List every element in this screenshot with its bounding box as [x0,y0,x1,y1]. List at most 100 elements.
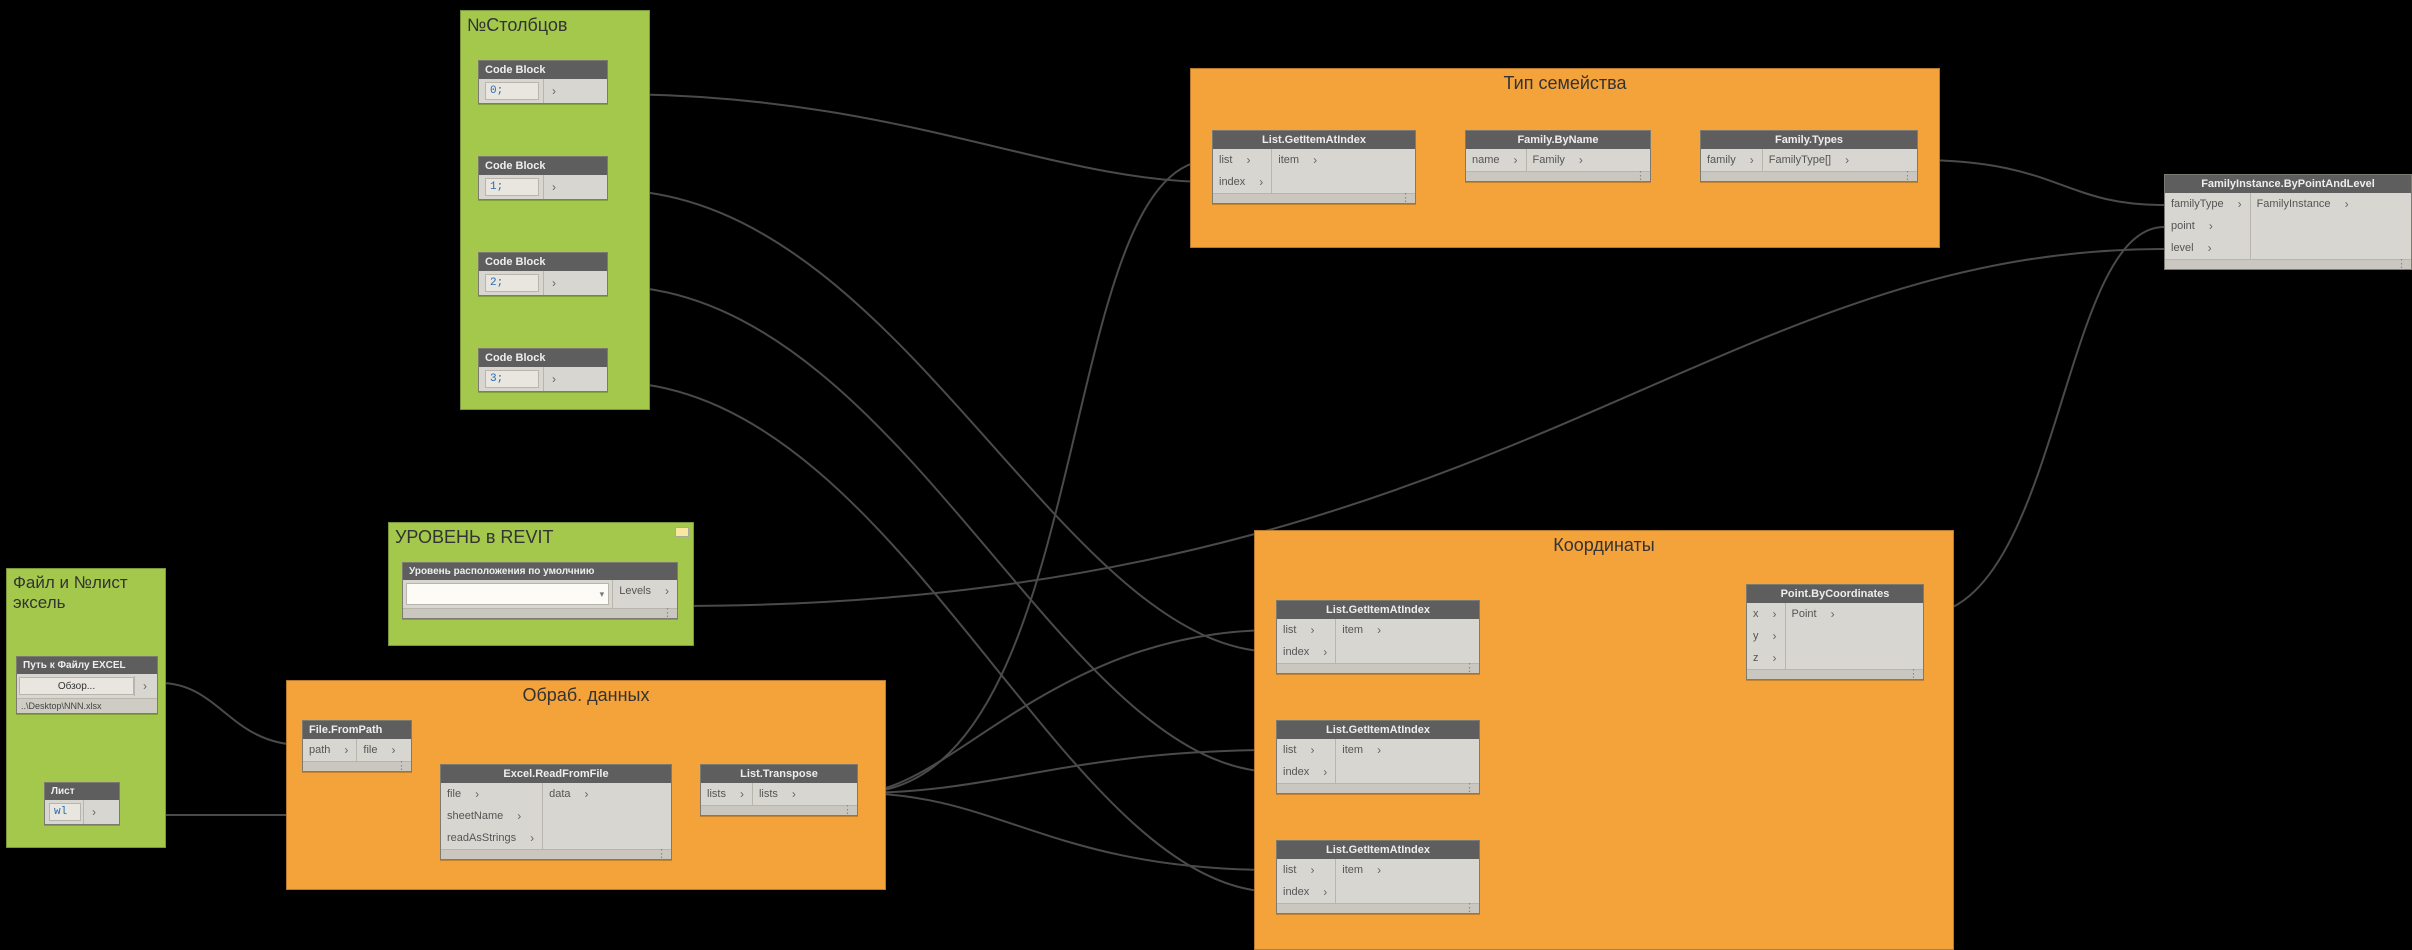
out-port[interactable]: › [657,580,677,602]
in-port[interactable]: › [1765,625,1785,647]
port-label: item [1336,624,1369,636]
out-port[interactable]: › [84,801,104,823]
in-port[interactable]: › [1506,149,1526,171]
chevron-down-icon: ▾ [600,589,605,600]
group-title: Координаты [1255,531,1953,556]
in-port[interactable]: › [1251,171,1271,193]
out-port[interactable]: › [2337,193,2357,215]
in-port[interactable]: › [2201,215,2221,237]
in-port[interactable]: › [1315,881,1335,903]
out-port[interactable]: › [1369,739,1389,761]
in-port[interactable]: › [1302,619,1322,641]
port-label: list [1277,744,1302,756]
port-label: list [1277,624,1302,636]
out-port[interactable]: › [577,783,597,805]
group-title: Тип семейства [1191,69,1939,94]
in-port[interactable]: › [522,827,542,849]
group-title: УРОВЕНЬ в REVIT [389,523,693,548]
out-port[interactable]: › [1837,149,1857,171]
node-point-by-coordinates[interactable]: Point.ByCoordinates x› y› z› Point› [1746,584,1924,680]
in-port[interactable]: › [509,805,529,827]
in-port[interactable]: › [2230,193,2250,215]
group-title: Файл и №лист эксель [7,569,165,613]
in-port[interactable]: › [1765,647,1785,669]
port-label: x [1747,608,1765,620]
code-input[interactable] [485,370,539,388]
code-input[interactable] [485,274,539,292]
port-label: data [543,788,576,800]
node-title: List.GetItemAtIndex [1277,841,1479,859]
code-input[interactable] [485,82,539,100]
code-input[interactable] [485,178,539,196]
out-port[interactable]: › [383,739,403,761]
in-port[interactable]: › [1315,641,1335,663]
port-label: Point [1786,608,1823,620]
in-port[interactable]: › [336,739,356,761]
node-get-item-x[interactable]: List.GetItemAtIndex list› index› item› [1276,600,1480,674]
node-code-block-1[interactable]: Code Block › [478,156,608,200]
port-label: item [1336,864,1369,876]
out-port[interactable]: › [544,272,564,294]
sheet-input[interactable] [49,803,81,821]
in-port[interactable]: › [1315,761,1335,783]
port-label: sheetName [441,810,509,822]
node-get-item-family[interactable]: List.GetItemAtIndex list› index› item› [1212,130,1416,204]
node-family-by-name[interactable]: Family.ByName name› Family› [1465,130,1651,182]
port-label: list [1277,864,1302,876]
node-list-transpose[interactable]: List.Transpose lists› lists› [700,764,858,816]
port-label: Levels [613,585,657,597]
port-label: lists [701,788,732,800]
node-code-block-0[interactable]: Code Block › [478,60,608,104]
node-excel-read[interactable]: Excel.ReadFromFile file› sheetName› read… [440,764,672,860]
in-port[interactable]: › [1302,859,1322,881]
port-label: z [1747,652,1765,664]
node-sheet[interactable]: Лист › [44,782,120,825]
node-title: Excel.ReadFromFile [441,765,671,783]
out-port[interactable]: › [1305,149,1325,171]
node-title: Code Block [479,253,607,271]
node-title: Family.ByName [1466,131,1650,149]
node-code-block-2[interactable]: Code Block › [478,252,608,296]
node-title: List.Transpose [701,765,857,783]
in-port[interactable]: › [1238,149,1258,171]
node-family-types[interactable]: Family.Types family› FamilyType[]› [1700,130,1918,182]
node-file-path-picker[interactable]: Путь к Файлу EXCEL Обзор... › ..\Desktop… [16,656,158,714]
port-label: index [1277,766,1315,778]
port-label: y [1747,630,1765,642]
node-title: List.GetItemAtIndex [1277,721,1479,739]
out-port[interactable]: › [544,368,564,390]
node-title: Code Block [479,157,607,175]
port-label: readAsStrings [441,832,522,844]
port-label: FamilyType[] [1763,154,1837,166]
node-title: Code Block [479,349,607,367]
in-port[interactable]: › [467,783,487,805]
group-title: №Столбцов [461,11,649,36]
out-port[interactable]: › [1369,619,1389,641]
level-dropdown[interactable]: ▾ [406,583,609,605]
in-port[interactable]: › [2200,237,2220,259]
out-port[interactable]: › [544,176,564,198]
in-port[interactable]: › [1742,149,1762,171]
port-label: familyType [2165,198,2230,210]
port-label: file [357,744,383,756]
node-code-block-3[interactable]: Code Block › [478,348,608,392]
out-port[interactable]: › [135,675,155,697]
node-title: Family.Types [1701,131,1917,149]
node-title: List.GetItemAtIndex [1213,131,1415,149]
browse-button[interactable]: Обзор... [19,677,134,695]
node-get-item-y[interactable]: List.GetItemAtIndex list› index› item› [1276,720,1480,794]
out-port[interactable]: › [544,80,564,102]
port-label: item [1336,744,1369,756]
in-port[interactable]: › [1302,739,1322,761]
out-port[interactable]: › [1571,149,1591,171]
out-port[interactable]: › [1823,603,1843,625]
node-file-from-path[interactable]: File.FromPath path› file› [302,720,412,772]
in-port[interactable]: › [732,783,752,805]
node-title: List.GetItemAtIndex [1277,601,1479,619]
node-family-instance[interactable]: FamilyInstance.ByPointAndLevel familyTyp… [2164,174,2412,270]
in-port[interactable]: › [1765,603,1785,625]
node-get-item-z[interactable]: List.GetItemAtIndex list› index› item› [1276,840,1480,914]
node-default-level[interactable]: Уровень расположения по умолчнию ▾ Level… [402,562,678,619]
out-port[interactable]: › [784,783,804,805]
out-port[interactable]: › [1369,859,1389,881]
